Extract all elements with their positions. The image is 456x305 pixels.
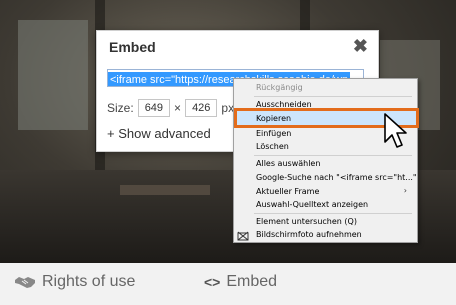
submenu-arrow-icon: › <box>403 186 407 195</box>
mouse-pointer-icon <box>384 113 407 148</box>
menu-item-view-selection-source[interactable]: Auswahl-Quelltext anzeigen <box>256 200 368 209</box>
footer-bar: Rights of use <> Embed <box>0 263 456 305</box>
context-menu: Rückgängig Ausschneiden Kopieren Einfüge… <box>233 78 419 243</box>
menu-item-undo[interactable]: Rückgängig <box>256 83 303 92</box>
photo-table <box>120 185 210 195</box>
menu-item-paste[interactable]: Einfügen <box>256 129 291 138</box>
menu-item-copy[interactable]: Kopieren <box>256 114 291 123</box>
rights-of-use-link[interactable]: Rights of use <box>14 273 135 291</box>
show-advanced-link[interactable]: + Show advanced <box>107 126 211 141</box>
menu-item-current-frame[interactable]: Aktueller Frame <box>256 187 319 196</box>
screenshot-icon <box>237 231 249 241</box>
menu-item-inspect-element[interactable]: Element untersuchen (Q) <box>256 217 357 226</box>
width-input[interactable]: 649 <box>137 99 171 117</box>
menu-item-cut[interactable]: Ausschneiden <box>256 100 312 109</box>
code-icon: <> <box>204 274 221 290</box>
size-label: Size: <box>107 101 134 115</box>
menu-item-google-search[interactable]: Google-Suche nach "<iframe src="ht..." <box>256 173 417 182</box>
embed-label: Embed <box>226 273 278 290</box>
menu-separator <box>254 213 412 214</box>
menu-item-select-all[interactable]: Alles auswählen <box>256 159 320 168</box>
menu-item-take-screenshot[interactable]: Bildschirmfoto aufnehmen <box>256 230 362 239</box>
menu-separator <box>254 155 412 156</box>
times-sign: × <box>174 101 182 115</box>
size-row: Size: 649 × 426 px <box>107 99 234 117</box>
close-icon[interactable]: ✖ <box>353 36 368 57</box>
embed-link[interactable]: <> Embed <box>204 273 277 291</box>
dialog-title: Embed <box>109 39 156 55</box>
handshake-icon <box>15 277 35 288</box>
rights-of-use-label: Rights of use <box>42 273 136 290</box>
menu-separator <box>254 96 412 97</box>
height-input[interactable]: 426 <box>185 99 218 117</box>
menu-item-delete[interactable]: Löschen <box>256 142 289 151</box>
photo-window <box>18 20 88 130</box>
